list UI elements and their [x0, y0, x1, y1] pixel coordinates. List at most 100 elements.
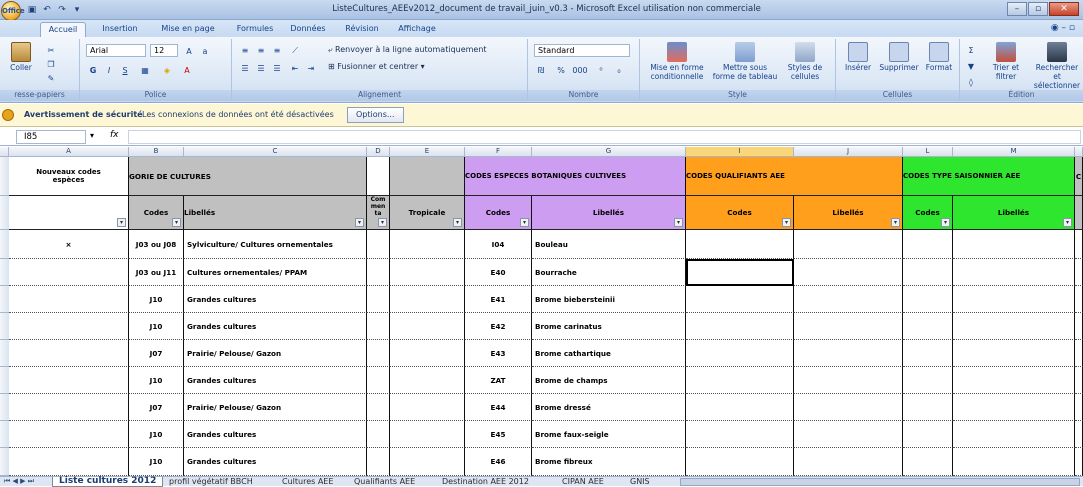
decrease-indent-icon[interactable]: ⇤: [288, 61, 302, 74]
tab-insertion[interactable]: Insertion: [96, 22, 144, 37]
subheader-libelles[interactable]: Libellés ▾: [184, 196, 367, 230]
subheader-commentaires[interactable]: Com men ta ▾: [367, 196, 390, 230]
row-header[interactable]: [0, 196, 9, 230]
filter-dropdown-icon[interactable]: ▾: [1063, 218, 1072, 227]
grow-font-icon[interactable]: A: [182, 44, 196, 57]
filter-dropdown-icon[interactable]: ▾: [453, 218, 462, 227]
filter-dropdown-icon[interactable]: ▾: [355, 218, 364, 227]
cell-saisonnier-label[interactable]: [953, 448, 1075, 476]
cell-commentaire[interactable]: [367, 394, 390, 421]
cell-saisonnier-label[interactable]: [953, 394, 1075, 421]
italic-button[interactable]: I: [102, 63, 116, 76]
cell-qualifiant-label[interactable]: [794, 259, 903, 286]
font-size-field[interactable]: 12: [150, 44, 178, 57]
cell-commentaire[interactable]: [367, 448, 390, 476]
tab-revision[interactable]: Révision: [340, 22, 384, 37]
cell-n[interactable]: [1075, 448, 1083, 476]
orientation-icon[interactable]: ⟋: [288, 43, 302, 56]
cell-new-code[interactable]: [9, 367, 129, 394]
row-header[interactable]: [0, 157, 9, 196]
cell-culture-code[interactable]: J10: [129, 421, 184, 448]
row-header[interactable]: [0, 313, 9, 340]
filter-dropdown-icon[interactable]: ▾: [782, 218, 791, 227]
cell-culture-label[interactable]: Grandes cultures: [184, 448, 367, 476]
cell-saisonnier-label[interactable]: [953, 367, 1075, 394]
cell-new-code[interactable]: [9, 259, 129, 286]
cell-culture-label[interactable]: Prairie/ Pelouse/ Gazon: [184, 394, 367, 421]
increase-indent-icon[interactable]: ⇥: [304, 61, 318, 74]
column-header-d[interactable]: D: [367, 147, 390, 157]
filter-dropdown-icon[interactable]: ▾: [674, 218, 683, 227]
filter-dropdown-icon[interactable]: ▾: [378, 218, 387, 227]
subheader-codes-saisonnier[interactable]: Codes ▾: [903, 196, 953, 230]
tab-donnees[interactable]: Données: [286, 22, 330, 37]
align-bottom-icon[interactable]: ≡: [270, 43, 284, 56]
cell-espece-label[interactable]: Brome faux-seigle: [532, 421, 686, 448]
cell-espece-label[interactable]: Brome dressé: [532, 394, 686, 421]
cell-saisonnier-code[interactable]: [903, 230, 953, 259]
column-header-e[interactable]: E: [390, 147, 465, 157]
cell-tropicale[interactable]: [390, 286, 465, 313]
cell-n[interactable]: [1075, 367, 1083, 394]
cell-n[interactable]: [1075, 286, 1083, 313]
cell-espece-label[interactable]: Brome biebersteinii: [532, 286, 686, 313]
cell-qualifiant-code[interactable]: [686, 230, 794, 259]
cell-culture-code[interactable]: J10: [129, 367, 184, 394]
cell-saisonnier-code[interactable]: [903, 313, 953, 340]
borders-icon[interactable]: ▦: [138, 63, 152, 76]
cell-qualifiant-code[interactable]: [686, 394, 794, 421]
header-n[interactable]: C: [1075, 157, 1083, 196]
cell-commentaire[interactable]: [367, 340, 390, 367]
fx-icon[interactable]: fx: [110, 130, 119, 140]
cell-qualifiant-code[interactable]: [686, 448, 794, 476]
underline-button[interactable]: S: [118, 63, 132, 76]
increase-decimal-icon[interactable]: ⁰: [594, 63, 608, 76]
subheader-libelles-qualifiants[interactable]: Libellés ▾: [794, 196, 903, 230]
cell-qualifiant-code[interactable]: [686, 340, 794, 367]
cell-new-code[interactable]: [9, 394, 129, 421]
cell-culture-code[interactable]: J10: [129, 286, 184, 313]
merge-center-button[interactable]: ⊞ Fusionner et centrer ▾: [328, 61, 425, 73]
header-d-blank[interactable]: [367, 157, 390, 196]
cell-new-code[interactable]: [9, 313, 129, 340]
header-nouveaux-codes[interactable]: Nouveaux codes espèces: [9, 157, 129, 196]
cell-culture-label[interactable]: Prairie/ Pelouse/ Gazon: [184, 340, 367, 367]
filter-dropdown-icon[interactable]: ▾: [891, 218, 900, 227]
cell-n[interactable]: [1075, 421, 1083, 448]
active-cell[interactable]: [686, 259, 794, 286]
tab-mise-en-page[interactable]: Mise en page: [154, 22, 222, 37]
currency-icon[interactable]: ₪: [534, 63, 548, 76]
header-codes-especes[interactable]: CODES ESPECES BOTANIQUES CULTIVEES: [465, 157, 686, 196]
font-name-field[interactable]: Arial: [86, 44, 146, 57]
cell-qualifiant-label[interactable]: [794, 313, 903, 340]
cell-qualifiant-code[interactable]: [686, 313, 794, 340]
cell-culture-code[interactable]: J07: [129, 394, 184, 421]
cell-espece-code[interactable]: I04: [465, 230, 532, 259]
cell-espece-label[interactable]: Bouleau: [532, 230, 686, 259]
row-header[interactable]: [0, 230, 9, 259]
cell-qualifiant-code[interactable]: [686, 421, 794, 448]
help-icon[interactable]: ◉ – ▫: [1051, 23, 1075, 33]
cell-commentaire[interactable]: [367, 286, 390, 313]
cell-commentaire[interactable]: [367, 313, 390, 340]
cell-espece-code[interactable]: E43: [465, 340, 532, 367]
sort-filter-button[interactable]: Trier et filtrer: [982, 42, 1030, 81]
row-header[interactable]: [0, 421, 9, 448]
horizontal-scrollbar[interactable]: [680, 478, 1080, 486]
column-header-l[interactable]: L: [903, 147, 953, 157]
sheet-nav-icon[interactable]: ⏮ ◀ ▶ ⏭: [4, 477, 34, 486]
column-header-j[interactable]: J: [794, 147, 903, 157]
thousands-button[interactable]: 000: [570, 63, 590, 76]
cell-culture-code[interactable]: J07: [129, 340, 184, 367]
cell-espece-code[interactable]: E44: [465, 394, 532, 421]
column-header-c[interactable]: C: [184, 147, 367, 157]
format-as-table-button[interactable]: Mettre sous forme de tableau: [712, 42, 778, 81]
cell-saisonnier-label[interactable]: [953, 230, 1075, 259]
subheader-libelles-especes[interactable]: Libellés ▾: [532, 196, 686, 230]
cell-culture-label[interactable]: Grandes cultures: [184, 421, 367, 448]
cell-culture-label[interactable]: Cultures ornementales/ PPAM: [184, 259, 367, 286]
filter-dropdown-icon[interactable]: ▾: [117, 218, 126, 227]
cell-culture-label[interactable]: Grandes cultures: [184, 367, 367, 394]
filter-dropdown-icon[interactable]: ▾: [172, 218, 181, 227]
tab-formules[interactable]: Formules: [232, 22, 278, 37]
